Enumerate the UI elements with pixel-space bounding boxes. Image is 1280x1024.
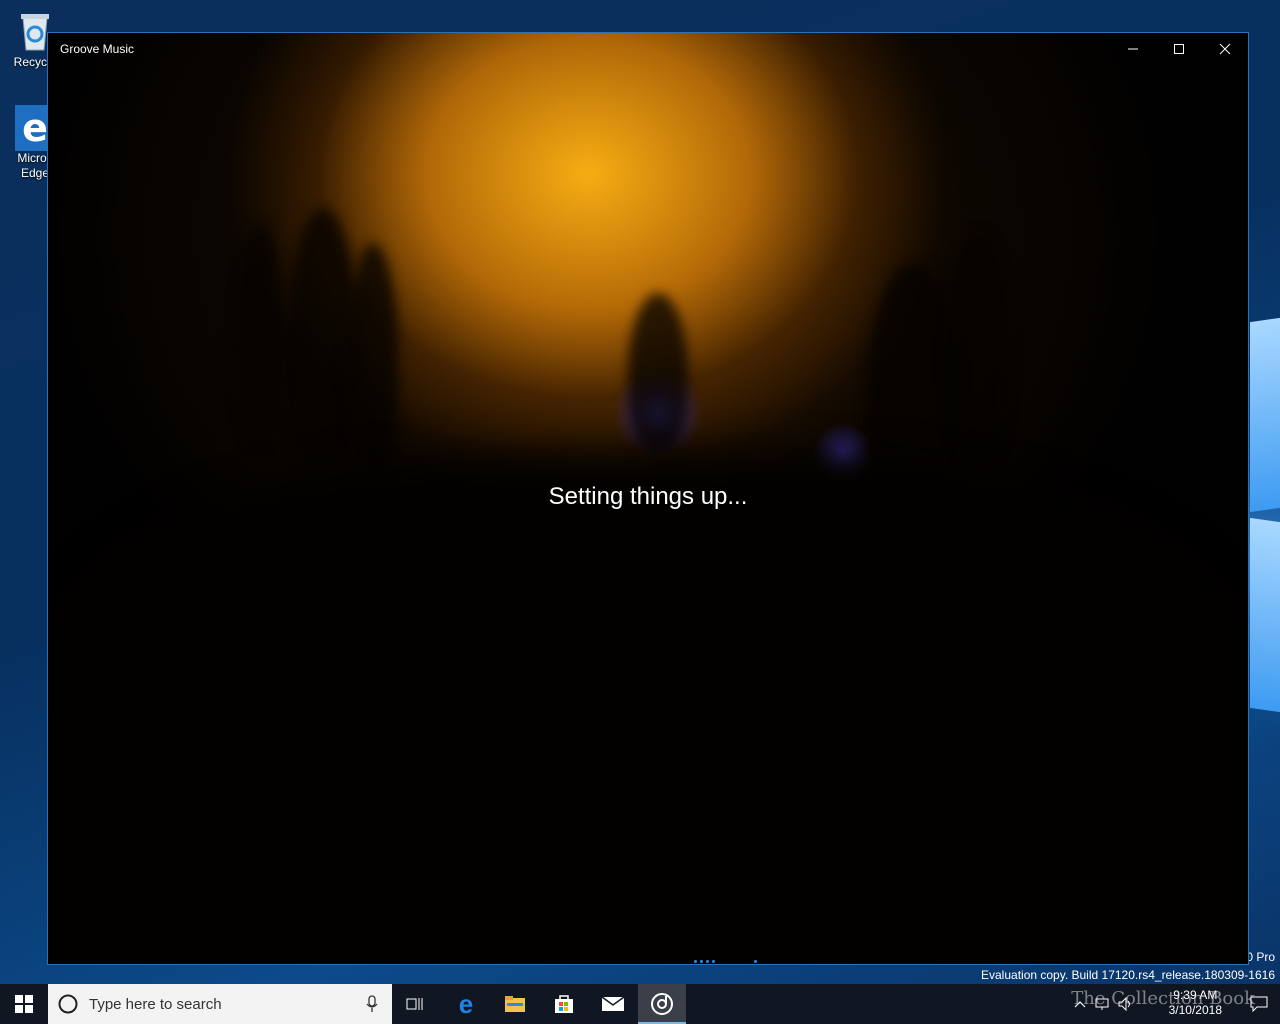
close-button[interactable] (1202, 33, 1248, 65)
taskbar-mail-button[interactable] (589, 984, 637, 1024)
task-view-icon (406, 998, 423, 1010)
close-icon (1219, 43, 1231, 55)
title-bar[interactable]: Groove Music (48, 33, 1248, 65)
wallpaper-logo-bottom (1250, 517, 1280, 713)
minimize-button[interactable] (1110, 33, 1156, 65)
taskbar-file-explorer-button[interactable] (491, 984, 539, 1024)
file-explorer-icon (505, 996, 525, 1012)
windows-logo-icon (15, 995, 33, 1013)
maximize-button[interactable] (1156, 33, 1202, 65)
taskbar: Type here to search e 9:39 AM 3/10/2018 … (0, 984, 1280, 1024)
action-center-icon[interactable] (1250, 996, 1268, 1012)
window-title: Groove Music (60, 42, 135, 56)
wallpaper-logo-top (1250, 317, 1280, 513)
edge-icon: e (458, 988, 474, 1019)
taskbar-store-button[interactable] (540, 984, 588, 1024)
groove-music-icon (651, 993, 673, 1015)
taskbar-groove-music-button[interactable] (638, 984, 686, 1024)
build-watermark: Evaluation copy. Build 17120.rs4_release… (981, 968, 1275, 982)
groove-music-window: Groove Music Setting things up... (47, 32, 1249, 965)
store-icon (555, 995, 573, 1013)
task-view-button[interactable] (392, 984, 440, 1024)
start-button[interactable] (0, 984, 48, 1024)
taskbar-search-box[interactable]: Type here to search (48, 984, 392, 1024)
maximize-icon (1174, 44, 1184, 54)
microphone-icon[interactable] (366, 995, 378, 1013)
edition-watermark: 0 Pro (1246, 950, 1275, 964)
search-placeholder: Type here to search (89, 995, 222, 1013)
mail-icon (601, 996, 625, 1011)
overlay-watermark: The Collection Book (1071, 988, 1255, 1009)
system-tray: 9:39 AM 3/10/2018 The Collection Book (1020, 984, 1280, 1024)
loading-status-text: Setting things up... (548, 483, 748, 510)
taskbar-edge-button[interactable]: e (442, 984, 490, 1024)
minimize-icon (1128, 48, 1138, 50)
cortana-icon (58, 994, 78, 1014)
